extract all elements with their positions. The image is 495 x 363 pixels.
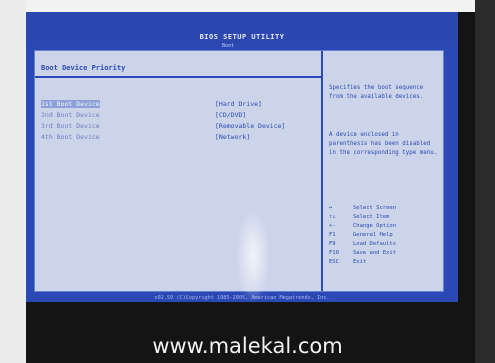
key-legend-item: ↑↓ Select Item: [329, 214, 390, 220]
boot-device-label: 2nd Boot Device: [41, 111, 100, 119]
bios-title: BIOS SETUP UTILITY: [199, 33, 285, 41]
help-text-sequence: Specifies the boot sequence from the ava…: [329, 85, 424, 100]
monitor-bezel-right: [475, 0, 495, 363]
tab-boot[interactable]: Boot: [222, 43, 234, 49]
key-legend-item: F9 Load Defaults: [329, 241, 397, 247]
boot-device-value[interactable]: [Hard Drive]: [215, 100, 262, 108]
boot-device-value[interactable]: [Network]: [215, 133, 250, 141]
key-legend-item: F10 Save and Exit: [329, 250, 397, 256]
boot-device-label: 3rd Boot Device: [41, 122, 100, 130]
help-pane: Specifies the boot sequence from the ava…: [325, 51, 443, 291]
boot-device-row-3[interactable]: 3rd Boot Device [Removable Device]: [41, 122, 317, 132]
boot-device-value[interactable]: [CD/DVD]: [215, 111, 246, 119]
help-text-disabled: A device enclosed in parenthesis has bee…: [329, 132, 438, 156]
boot-device-value[interactable]: [Removable Device]: [215, 122, 285, 130]
boot-device-row-2[interactable]: 2nd Boot Device [CD/DVD]: [41, 111, 317, 121]
key-legend-item: F1 General Help: [329, 232, 393, 238]
watermark-text: www.malekal.com: [152, 334, 343, 358]
screen-glare: [236, 208, 270, 304]
monitor-bezel-top: [0, 0, 495, 12]
bios-screen: BIOS SETUP UTILITY Boot Boot Device Prio…: [26, 12, 458, 304]
boot-priority-pane: Boot Device Priority 1st Boot Device [Ha…: [35, 51, 323, 291]
key-legend-item: ESC Exit: [329, 259, 367, 265]
bios-title-bar: BIOS SETUP UTILITY Boot: [26, 12, 458, 49]
boot-device-row-1[interactable]: 1st Boot Device [Hard Drive]: [41, 100, 317, 110]
key-legend: ↔ Select Screen ↑↓ Select Item +- Change Op…: [329, 205, 439, 268]
boot-device-label: 1st Boot Device: [41, 100, 100, 108]
key-legend-item: +- Change Option: [329, 223, 397, 229]
monitor-bezel-left: [0, 0, 26, 363]
boot-device-label: 4th Boot Device: [41, 133, 100, 141]
boot-device-row-4[interactable]: 4th Boot Device [Network]: [41, 133, 317, 143]
key-legend-item: ↔ Select Screen: [329, 205, 397, 211]
section-title: Boot Device Priority: [41, 64, 126, 72]
section-divider: [35, 76, 321, 78]
